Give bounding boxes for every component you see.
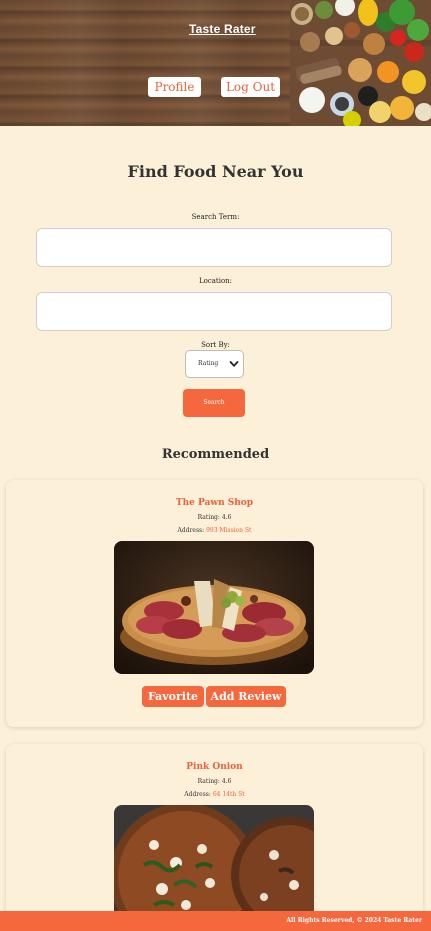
restaurant-address[interactable]: 64 14th St bbox=[213, 791, 245, 798]
search-term-input[interactable] bbox=[36, 228, 392, 267]
page-title: Find Food Near You bbox=[127, 162, 304, 181]
restaurant-name[interactable]: Pink Onion bbox=[6, 762, 423, 772]
restaurant-photo bbox=[114, 541, 314, 674]
address-prefix: Address: bbox=[184, 791, 213, 798]
restaurant-name[interactable]: The Pawn Shop bbox=[6, 498, 423, 508]
restaurant-rating: Rating: 4.6 bbox=[197, 778, 232, 785]
sort-by-label: Sort By: bbox=[201, 341, 230, 349]
location-input[interactable] bbox=[36, 292, 392, 331]
location-label: Location: bbox=[198, 277, 233, 285]
header-banner: Taste Rater Profile Log Out bbox=[0, 0, 431, 126]
footer: All Rights Reserved, © 2024 Taste Rater bbox=[0, 911, 431, 931]
brand-link[interactable]: Taste Rater bbox=[189, 22, 256, 36]
food-ingredients-image bbox=[290, 0, 431, 126]
chevron-down-icon bbox=[229, 361, 239, 367]
profile-button[interactable]: Profile bbox=[148, 77, 201, 97]
sort-select[interactable]: Rating bbox=[185, 350, 244, 378]
search-term-label: Search Term: bbox=[191, 213, 240, 221]
restaurant-photo bbox=[114, 805, 314, 925]
logout-button[interactable]: Log Out bbox=[221, 77, 280, 97]
restaurant-address-line: Address: 64 14th St bbox=[6, 791, 423, 798]
favorite-button[interactable]: Favorite bbox=[142, 686, 204, 707]
restaurant-address-line: Address: 993 Mission St bbox=[6, 527, 423, 534]
restaurant-card: The Pawn Shop Rating: 4.6 Address: 993 M… bbox=[6, 480, 423, 727]
search-button[interactable]: Search bbox=[183, 389, 245, 417]
sort-selected-value: Rating bbox=[198, 360, 219, 367]
recommended-heading: Recommended bbox=[161, 447, 270, 462]
address-prefix: Address: bbox=[177, 527, 207, 534]
restaurant-address[interactable]: 993 Mission St bbox=[206, 527, 251, 534]
add-review-button[interactable]: Add Review bbox=[206, 686, 286, 707]
restaurant-rating: Rating: 4.6 bbox=[197, 514, 232, 521]
restaurant-card: Pink Onion Rating: 4.6 Address: 64 14th … bbox=[6, 744, 423, 931]
